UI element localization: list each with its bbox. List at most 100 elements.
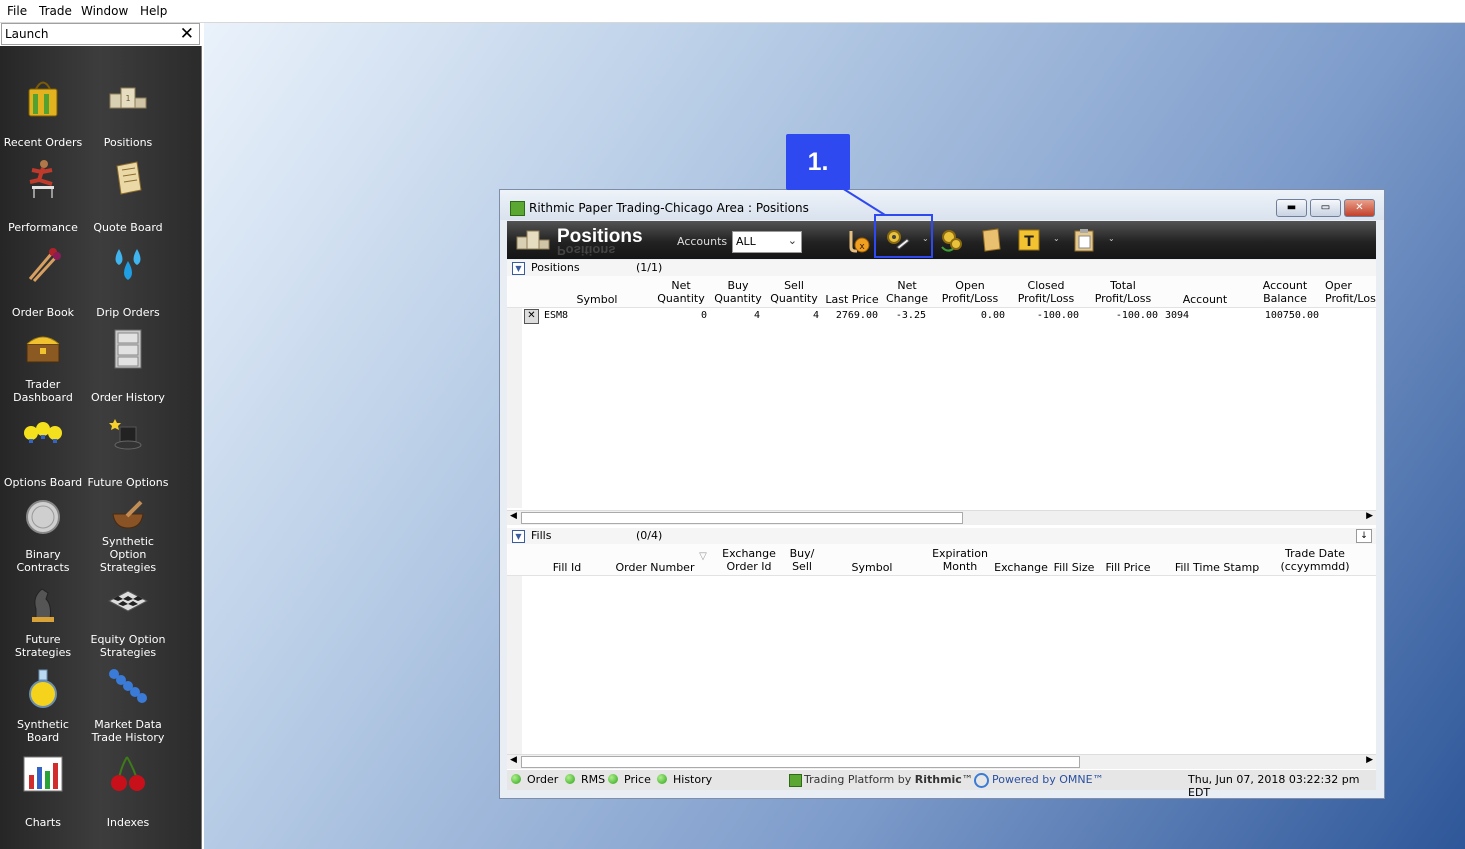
launch-title: Launch: [5, 27, 49, 41]
col-exchange-order-id[interactable]: Exchange Order Id: [717, 547, 781, 573]
col-net-change[interactable]: Net Change: [877, 279, 937, 305]
col-net-qty[interactable]: Net Quantity: [651, 279, 711, 305]
launch-indexes[interactable]: Indexes: [85, 753, 171, 829]
close-window-button[interactable]: ✕: [1344, 199, 1375, 217]
col-trade-date[interactable]: Trade Date (ccyymmdd): [1273, 547, 1357, 573]
tile-label: Market Data Trade History: [91, 718, 165, 744]
pane-name: Fills: [531, 529, 552, 542]
col-line: Oper: [1325, 279, 1352, 292]
col-order-number[interactable]: Order Number: [611, 561, 699, 574]
col-buy-qty[interactable]: Buy Quantity: [708, 279, 768, 305]
text-icon[interactable]: T: [1016, 227, 1042, 253]
launch-order-book[interactable]: Order Book: [0, 243, 86, 319]
col-account[interactable]: Account: [1175, 293, 1235, 306]
launch-order-history[interactable]: Order History: [85, 328, 171, 404]
col-open-pl-2[interactable]: Oper Profit/Los: [1325, 279, 1381, 305]
note-icon[interactable]: [978, 227, 1004, 253]
clipboard-icon[interactable]: [1071, 227, 1097, 253]
omne-logo-icon: [974, 773, 989, 788]
rithmic-logo-icon: [510, 201, 525, 216]
launch-recent-orders[interactable]: Recent Orders: [0, 76, 86, 149]
col-expiration-month[interactable]: Expiration Month: [923, 547, 997, 573]
tile-label: Quote Board: [93, 221, 163, 234]
col-closed-pl[interactable]: Closed Profit/Loss: [1009, 279, 1083, 305]
col-buy-sell[interactable]: Buy/Sell: [777, 547, 827, 573]
filter-icon[interactable]: ▼: [512, 262, 525, 275]
scroll-thumb[interactable]: [521, 756, 1080, 768]
col-account-balance[interactable]: Account Balance: [1253, 279, 1317, 305]
launch-quote-board[interactable]: Quote Board: [85, 158, 171, 234]
launch-panel-header: Launch ✕: [1, 23, 200, 45]
launch-options-board[interactable]: Options Board: [0, 413, 86, 489]
col-fill-price[interactable]: Fill Price: [1098, 561, 1158, 574]
table-row[interactable]: ▶ ✕ ESM8 0 4 4 2769.00 -3.25 0.00 -100.0…: [507, 308, 1376, 324]
chevron-down-icon[interactable]: ⌄: [1053, 234, 1060, 243]
scroll-thumb[interactable]: [521, 512, 963, 524]
close-position-icon[interactable]: ✕: [524, 309, 539, 324]
scroll-down-icon[interactable]: ↓: [1356, 529, 1372, 543]
launch-positions[interactable]: 1 Positions: [85, 76, 171, 149]
accounts-select[interactable]: ALL ⌄: [732, 231, 802, 253]
scroll-left-icon[interactable]: ◀: [510, 755, 517, 765]
col-line: Profit/Los: [1325, 292, 1376, 305]
menu-trade[interactable]: Trade: [39, 4, 72, 18]
launch-performance[interactable]: Performance: [0, 158, 86, 234]
col-line: Open: [955, 279, 985, 292]
col-fill-size[interactable]: Fill Size: [1044, 561, 1104, 574]
scroll-left-icon[interactable]: ◀: [510, 511, 517, 521]
launch-synthetic-option-strategies[interactable]: Synthetic Option Strategies: [85, 498, 171, 574]
col-line: Sell: [792, 560, 812, 573]
col-symbol[interactable]: Symbol: [842, 561, 902, 574]
filter-icon[interactable]: ▼: [512, 530, 525, 543]
positions-column-headers: Symbol Net Quantity Buy Quantity Sell Quant…: [507, 276, 1376, 308]
launch-market-data-trade-history[interactable]: Market Data Trade History: [85, 668, 171, 744]
launch-synthetic-board[interactable]: Synthetic Board: [0, 668, 86, 744]
coin-icon: [26, 500, 60, 534]
launch-trader-dashboard[interactable]: Trader Dashboard: [0, 328, 86, 404]
minimize-button[interactable]: ▬: [1276, 199, 1307, 217]
maximize-button[interactable]: ▭: [1310, 199, 1341, 217]
col-open-pl[interactable]: Open Profit/Loss: [933, 279, 1007, 305]
window-titlebar[interactable]: Rithmic Paper Trading-Chicago Area : Pos…: [500, 190, 1384, 220]
status-label: Order: [527, 773, 559, 786]
status-label: History: [673, 773, 713, 786]
fills-scrollbar[interactable]: ◀ ▶: [507, 754, 1376, 769]
matchsticks-icon: [28, 248, 61, 283]
launch-charts[interactable]: Charts: [0, 753, 86, 829]
col-last-price[interactable]: Last Price: [820, 293, 884, 306]
col-line: Trade Date: [1285, 547, 1345, 560]
flatten-icon[interactable]: x: [845, 227, 871, 253]
positions-scrollbar[interactable]: ◀ ▶: [507, 510, 1376, 525]
fills-grid: ▼ Fills (0/4) ↓ Fill Id Order Number ▽ E…: [507, 528, 1376, 770]
col-total-pl[interactable]: Total Profit/Loss: [1086, 279, 1160, 305]
col-exchange[interactable]: Exchange: [991, 561, 1051, 574]
rithmic-logo-icon: [789, 774, 802, 787]
scroll-right-icon[interactable]: ▶: [1366, 511, 1373, 521]
col-line: Expiration: [932, 547, 988, 560]
launch-equity-option-strategies[interactable]: Equity Option Strategies: [85, 583, 171, 659]
cell-closed-pl: -100.00: [1036, 310, 1079, 321]
launch-binary-contracts[interactable]: Binary Contracts: [0, 498, 86, 574]
col-fill-id[interactable]: Fill Id: [537, 561, 597, 574]
chevron-down-icon[interactable]: ⌄: [1108, 234, 1115, 243]
menu-file[interactable]: File: [7, 4, 27, 18]
status-datetime: Thu, Jun 07, 2018 03:22:32 pm EDT: [1188, 773, 1360, 799]
col-line: Net: [671, 279, 691, 292]
gears-refresh-icon[interactable]: [939, 227, 965, 253]
col-fill-time-stamp[interactable]: Fill Time Stamp: [1167, 561, 1267, 574]
sort-arrow-icon[interactable]: ▽: [697, 550, 709, 563]
pane-name: Positions: [531, 261, 580, 274]
col-symbol[interactable]: Symbol: [567, 293, 627, 306]
cell-sell-qty: 4: [812, 310, 819, 321]
close-icon[interactable]: ✕: [180, 24, 194, 44]
tile-label: Indexes: [106, 816, 150, 829]
scroll-right-icon[interactable]: ▶: [1366, 755, 1373, 765]
col-line: Balance: [1263, 292, 1307, 305]
menu-window[interactable]: Window: [81, 4, 128, 18]
col-sell-qty[interactable]: Sell Quantity: [764, 279, 824, 305]
launch-future-options[interactable]: Future Options: [85, 413, 171, 489]
menu-help[interactable]: Help: [140, 4, 167, 18]
launch-future-strategies[interactable]: Future Strategies: [0, 583, 86, 659]
col-line: Exchange: [722, 547, 776, 560]
launch-drip-orders[interactable]: Drip Orders: [85, 243, 171, 319]
